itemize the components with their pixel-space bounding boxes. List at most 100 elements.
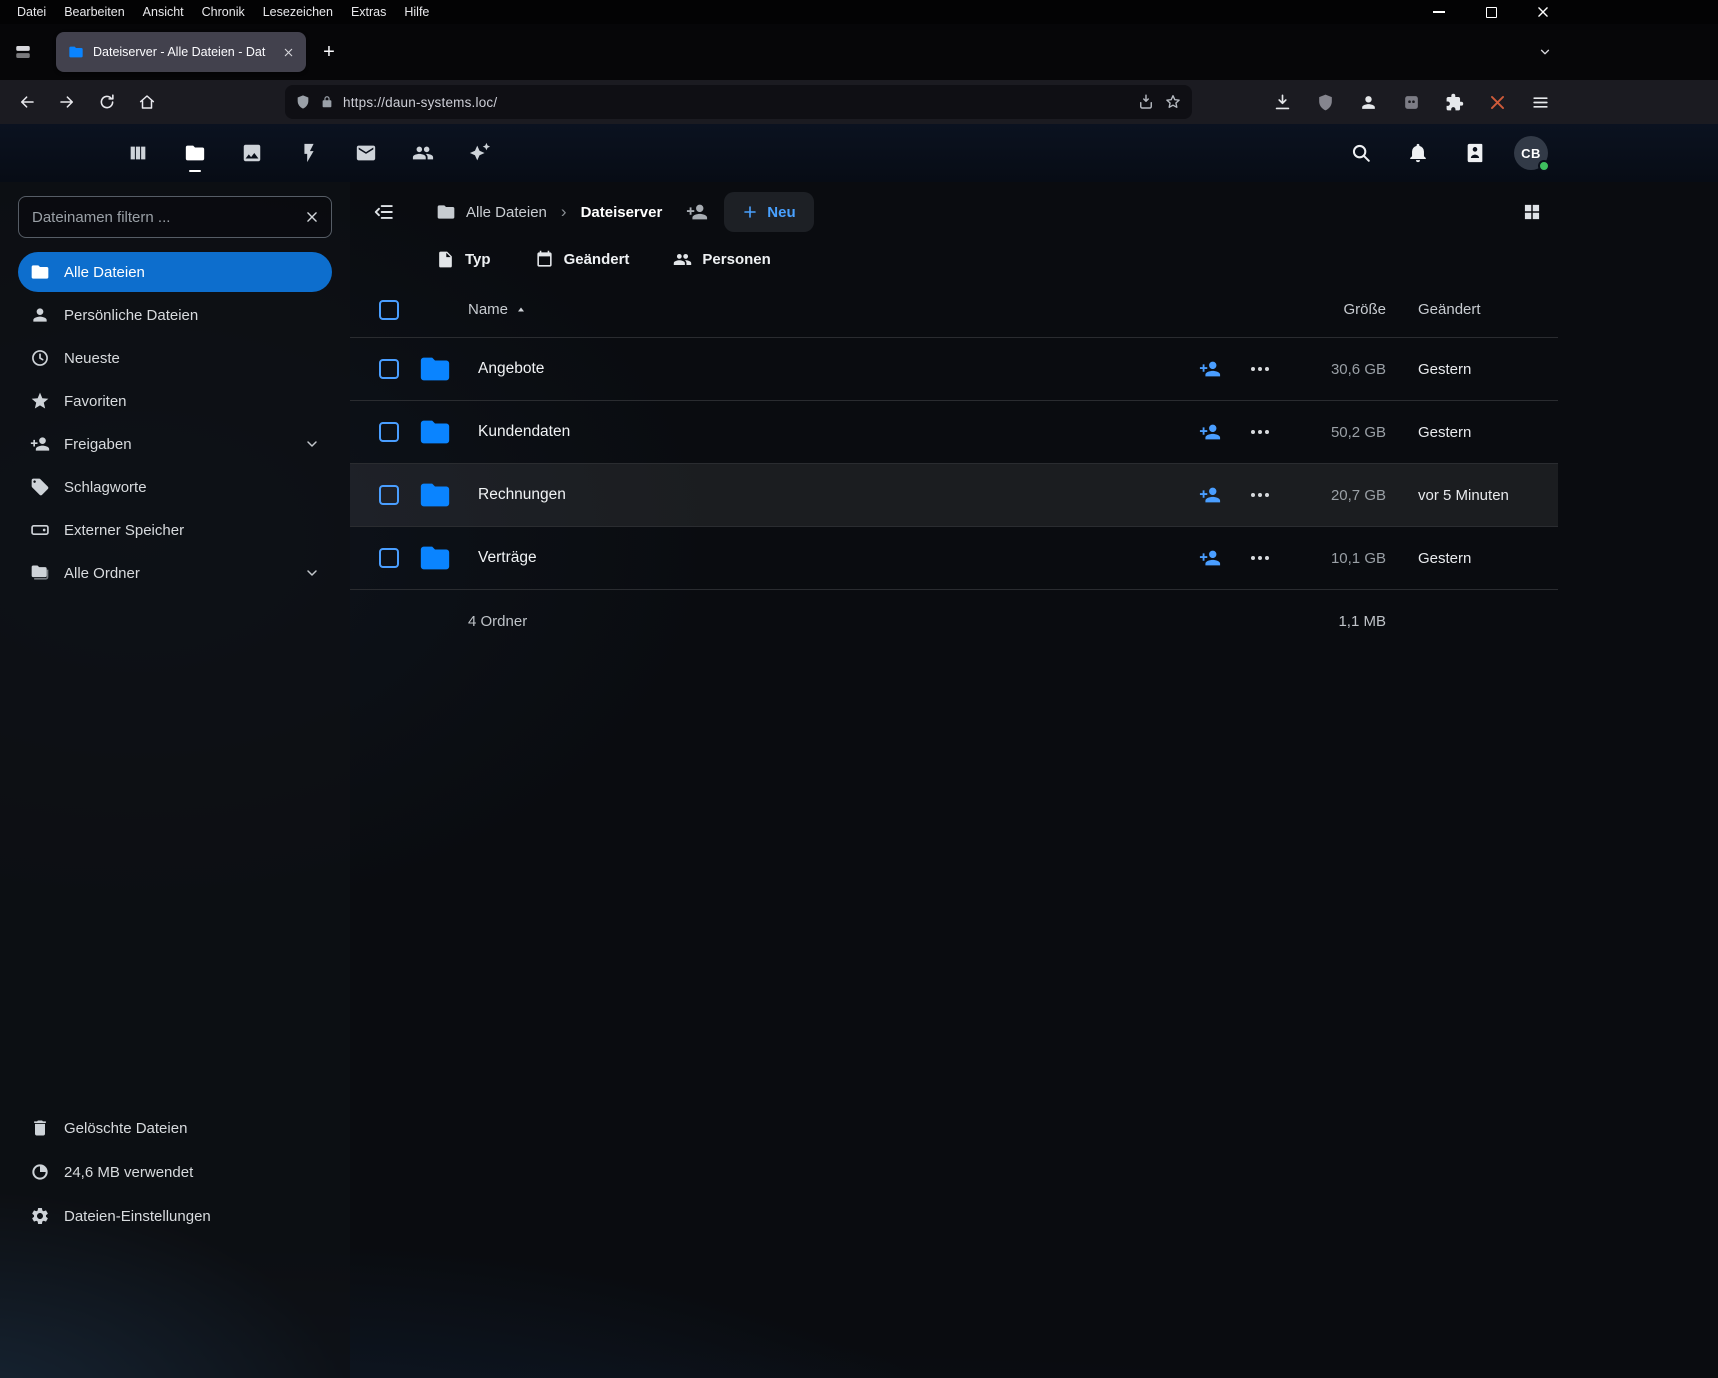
save-page-icon[interactable] — [1137, 93, 1155, 111]
filter-chip-personen[interactable]: Personen — [673, 250, 770, 269]
maximize-button[interactable] — [1481, 2, 1501, 22]
adblock-extension-icon[interactable] — [1308, 85, 1342, 119]
app-mail-icon[interactable] — [348, 135, 384, 171]
share-icon[interactable] — [1199, 547, 1221, 569]
file-list: Name Größe Geändert Angebote 30,6 GB Ges… — [350, 282, 1558, 652]
sidebar-item-schlagworte[interactable]: Schlagworte — [18, 467, 332, 507]
column-header-size[interactable]: Größe — [1343, 301, 1408, 318]
table-row-rechnungen[interactable]: Rechnungen 20,7 GB vor 5 Minuten — [350, 464, 1558, 527]
app-contacts-icon[interactable] — [405, 135, 441, 171]
chevron-down-icon[interactable] — [304, 565, 320, 581]
menubar: Datei Bearbeiten Ansicht Chronik Lesezei… — [0, 0, 1718, 24]
https-lock-icon[interactable] — [320, 95, 334, 109]
userscript-extension-icon[interactable] — [1394, 85, 1428, 119]
url-text[interactable]: https://daun-systems.loc/ — [343, 95, 1128, 110]
extensions-icon[interactable] — [1437, 85, 1471, 119]
menu-ansicht[interactable]: Ansicht — [134, 0, 193, 24]
user-avatar[interactable]: CB — [1514, 136, 1548, 170]
row-checkbox[interactable] — [379, 485, 399, 505]
tracking-shield-icon[interactable] — [295, 94, 311, 110]
reload-button[interactable] — [90, 85, 124, 119]
menu-extras[interactable]: Extras — [342, 0, 395, 24]
contacts-book-icon[interactable] — [1457, 135, 1493, 171]
url-bar[interactable]: https://daun-systems.loc/ — [285, 85, 1192, 119]
sidebar-item-externer-speicher[interactable]: Externer Speicher — [18, 510, 332, 550]
file-name[interactable]: Rechnungen — [476, 486, 1188, 504]
table-row-vertraege[interactable]: Verträge 10,1 GB Gestern — [350, 527, 1558, 590]
grid-view-toggle-icon[interactable] — [1514, 194, 1550, 230]
sidebar-item-geloeschte-dateien[interactable]: Gelöschte Dateien — [18, 1108, 332, 1148]
notifications-bell-icon[interactable] — [1400, 135, 1436, 171]
sidebar-item-freigaben[interactable]: Freigaben — [18, 424, 332, 464]
list-all-tabs-icon[interactable] — [1530, 37, 1560, 67]
share-icon[interactable] — [1199, 421, 1221, 443]
sidebar-item-quota[interactable]: 24,6 MB verwendet — [18, 1152, 332, 1192]
more-actions-icon[interactable] — [1258, 367, 1262, 371]
share-icon[interactable] — [1199, 358, 1221, 380]
sidebar-item-neueste[interactable]: Neueste — [18, 338, 332, 378]
active-tab[interactable]: Dateiserver - Alle Dateien - Dat — [56, 32, 306, 72]
menu-datei[interactable]: Datei — [8, 0, 55, 24]
home-button[interactable] — [130, 85, 164, 119]
breadcrumb-folder-icon[interactable] — [436, 202, 456, 222]
account-icon[interactable] — [1351, 85, 1385, 119]
file-name[interactable]: Verträge — [476, 549, 1188, 567]
row-checkbox[interactable] — [379, 548, 399, 568]
app-activity-icon[interactable] — [291, 135, 327, 171]
sidebar-item-favoriten[interactable]: Favoriten — [18, 381, 332, 421]
menu-hilfe[interactable]: Hilfe — [395, 0, 438, 24]
bookmark-star-icon[interactable] — [1164, 93, 1182, 111]
downloads-icon[interactable] — [1265, 85, 1299, 119]
extension-x-icon[interactable] — [1480, 85, 1514, 119]
filter-chip-geaendert[interactable]: Geändert — [535, 250, 630, 269]
folder-icon — [418, 478, 452, 512]
new-button[interactable]: Neu — [724, 192, 813, 232]
back-button[interactable] — [10, 85, 44, 119]
chevron-down-icon[interactable] — [304, 436, 320, 452]
clear-filter-icon[interactable] — [293, 197, 331, 237]
more-actions-icon[interactable] — [1258, 556, 1262, 560]
file-name[interactable]: Angebote — [476, 360, 1188, 378]
forward-button[interactable] — [50, 85, 84, 119]
select-all-checkbox[interactable] — [379, 300, 399, 320]
more-actions-icon[interactable] — [1258, 493, 1262, 497]
collapse-sidebar-icon[interactable] — [366, 194, 402, 230]
menu-lesezeichen[interactable]: Lesezeichen — [254, 0, 342, 24]
file-name[interactable]: Kundendaten — [476, 423, 1188, 441]
search-icon[interactable] — [1343, 135, 1379, 171]
table-row-angebote[interactable]: Angebote 30,6 GB Gestern — [350, 338, 1558, 401]
firefox-view-icon[interactable] — [8, 37, 38, 67]
tab-favicon-folder-icon — [68, 44, 84, 60]
sidebar-item-alle-dateien[interactable]: Alle Dateien — [18, 252, 332, 292]
app-photos-icon[interactable] — [234, 135, 270, 171]
app-files-icon[interactable] — [177, 135, 213, 171]
share-icon[interactable] — [1199, 484, 1221, 506]
filename-filter-input[interactable] — [19, 209, 293, 226]
toolbar-right-icons — [1265, 85, 1557, 119]
column-header-name[interactable]: Name — [412, 301, 1188, 318]
sidebar-item-persoenliche-dateien[interactable]: Persönliche Dateien — [18, 295, 332, 335]
menu-chronik[interactable]: Chronik — [193, 0, 254, 24]
file-size: 10,1 GB — [1331, 550, 1408, 567]
menu-bearbeiten[interactable]: Bearbeiten — [55, 0, 133, 24]
app-dashboard-icon[interactable] — [120, 135, 156, 171]
new-tab-button[interactable]: + — [314, 37, 344, 67]
minimize-button[interactable] — [1429, 2, 1449, 22]
column-header-modified[interactable]: Geändert — [1408, 301, 1558, 318]
sidebar-item-label: Persönliche Dateien — [64, 307, 198, 324]
sidebar-item-alle-ordner[interactable]: Alle Ordner — [18, 553, 332, 593]
filter-chip-typ[interactable]: Typ — [436, 250, 491, 269]
menu-icon[interactable] — [1523, 85, 1557, 119]
breadcrumb-current[interactable]: Dateiserver — [581, 204, 663, 221]
more-actions-icon[interactable] — [1258, 430, 1262, 434]
breadcrumb-share-icon[interactable] — [686, 201, 708, 223]
sidebar-item-dateien-einstellungen[interactable]: Dateien-Einstellungen — [18, 1196, 332, 1236]
people-icon — [673, 250, 692, 269]
close-window-button[interactable] — [1533, 2, 1553, 22]
row-checkbox[interactable] — [379, 422, 399, 442]
breadcrumb-root[interactable]: Alle Dateien — [466, 204, 547, 221]
row-checkbox[interactable] — [379, 359, 399, 379]
table-row-kundendaten[interactable]: Kundendaten 50,2 GB Gestern — [350, 401, 1558, 464]
tab-close-icon[interactable] — [278, 42, 298, 62]
app-assistant-icon[interactable] — [462, 135, 498, 171]
